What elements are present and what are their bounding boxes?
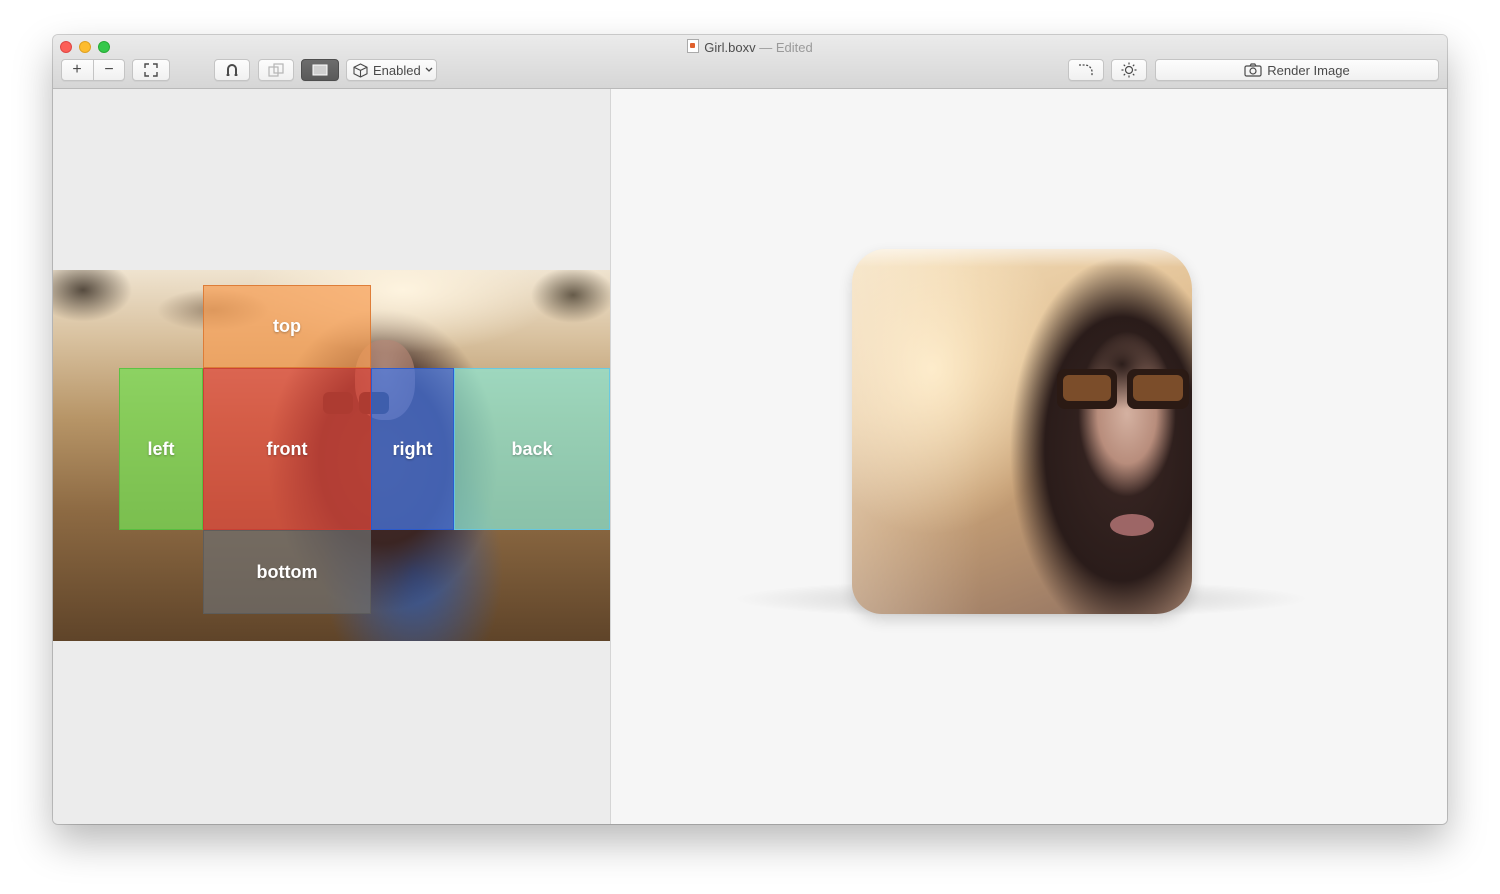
zoom-in-button[interactable]: + [61, 59, 93, 81]
layout-editor-pane: top left front right back bottom [53, 89, 610, 824]
render-image-label: Render Image [1267, 62, 1350, 78]
render-image-button[interactable]: Render Image [1155, 59, 1439, 81]
preview-lips [1110, 514, 1154, 536]
face-label-left: left [147, 438, 175, 459]
face-label-top: top [273, 316, 301, 336]
face-label-right: right [392, 438, 433, 459]
snap-button[interactable] [214, 59, 250, 81]
source-photo: top left front right back bottom [53, 270, 610, 641]
face-region-right[interactable]: right [371, 368, 454, 530]
box-side-face [852, 249, 982, 614]
duplicate-button[interactable] [258, 59, 294, 81]
view-toggle-button[interactable] [301, 59, 339, 81]
sun-icon [1121, 62, 1137, 78]
corner-radius-button[interactable] [1068, 59, 1104, 81]
fit-to-window-button[interactable] [132, 59, 170, 81]
preview-sunglasses-right [1127, 369, 1189, 409]
box-mode-value: Enabled [373, 62, 421, 78]
face-region-back[interactable]: back [454, 368, 610, 530]
box-top-face [852, 249, 1192, 267]
edited-status: Edited [775, 40, 813, 55]
lighting-button[interactable] [1111, 59, 1147, 81]
camera-icon [1244, 63, 1262, 77]
title-separator: — [759, 40, 773, 55]
fit-to-window-icon [144, 63, 158, 77]
minus-icon: − [104, 61, 114, 78]
face-label-front: front [266, 438, 308, 459]
document-name: Girl.boxv [704, 40, 756, 55]
preview-sunglasses-left [1057, 369, 1117, 409]
cube-icon [353, 62, 368, 78]
box-mode-popup[interactable]: Enabled [346, 59, 437, 81]
preview-pane[interactable] [611, 89, 1447, 824]
face-label-bottom: bottom [256, 561, 318, 582]
zoom-out-button[interactable]: − [93, 59, 125, 81]
app-window: Girl.boxv — Edited + − Enabled Render Im… [53, 35, 1447, 824]
chevron-down-icon [425, 67, 433, 72]
window-title: Girl.boxv — Edited [53, 39, 1447, 55]
duplicate-icon [268, 63, 284, 77]
face-region-front[interactable]: front [203, 368, 371, 530]
magnet-icon [226, 64, 238, 76]
box-3d-preview[interactable] [852, 249, 1192, 614]
face-region-top[interactable]: top [203, 285, 371, 368]
face-region-bottom[interactable]: bottom [203, 530, 371, 614]
title-toolbar: Girl.boxv — Edited + − Enabled Render Im… [53, 35, 1447, 89]
face-label-back: back [511, 438, 553, 459]
face-region-left[interactable]: left [119, 368, 203, 530]
document-icon[interactable] [687, 39, 700, 53]
plus-icon: + [72, 61, 82, 78]
corner-radius-icon [1079, 64, 1093, 76]
rectangle-view-icon [312, 64, 328, 76]
